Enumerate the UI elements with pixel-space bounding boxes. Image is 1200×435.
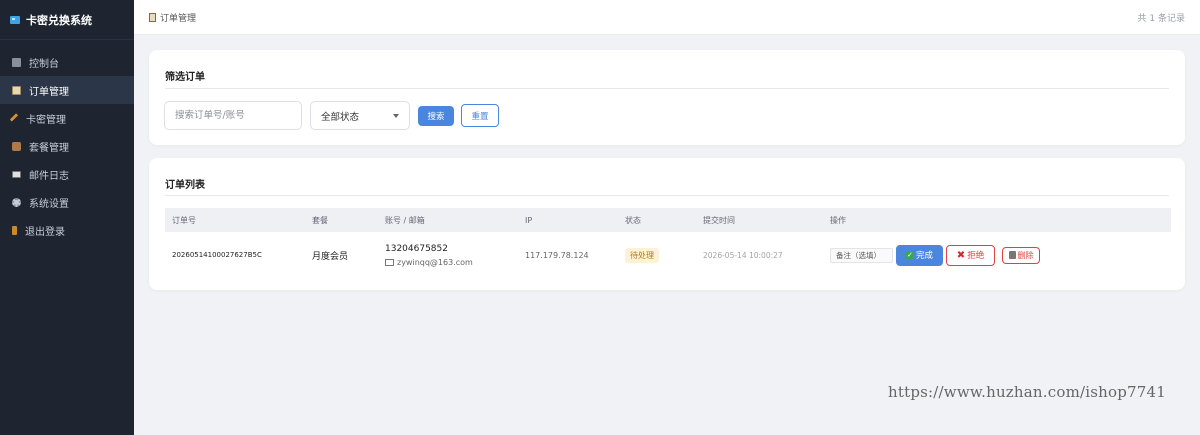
reject-button[interactable]: ✖ 拒绝	[946, 244, 995, 266]
sidebar-item-logout[interactable]: 退出登录	[0, 216, 134, 244]
trash-icon	[1008, 251, 1016, 259]
sidebar-item-cards[interactable]: 卡密管理	[0, 104, 134, 132]
gear-icon	[12, 197, 21, 207]
brand: 卡密兑换系统	[0, 0, 134, 40]
sidebar-item-dashboard[interactable]: 控制台	[0, 48, 134, 76]
complete-label: 完成	[915, 251, 933, 261]
card-logo-icon	[10, 15, 20, 24]
sidebar-item-label: 邮件日志	[29, 170, 69, 182]
sidebar-nav: 控制台 订单管理 卡密管理 套餐管理 邮件日志 系统设置 退出登录	[0, 48, 134, 244]
sidebar-item-mail-log[interactable]: 邮件日志	[0, 160, 134, 188]
filter-card: 筛选订单 全部状态 搜索 重置	[149, 50, 1185, 145]
mail-icon	[385, 258, 394, 266]
sidebar-item-label: 控制台	[29, 58, 59, 70]
sidebar-item-label: 订单管理	[29, 86, 69, 98]
reset-button[interactable]: 重置	[461, 104, 499, 127]
sidebar-item-label: 系统设置	[29, 198, 69, 210]
search-input[interactable]	[164, 101, 302, 130]
account-email: zywinqq@163.com	[385, 258, 473, 267]
filter-title: 筛选订单	[165, 72, 205, 83]
column-header: IP	[525, 215, 533, 225]
top-bar: 订单管理 共 1 条记录	[134, 0, 1200, 35]
dashboard-icon	[12, 57, 21, 67]
sidebar-item-packages[interactable]: 套餐管理	[0, 132, 134, 160]
remark-input[interactable]	[830, 247, 893, 263]
sidebar-item-orders[interactable]: 订单管理	[0, 76, 134, 104]
cross-icon: ✖	[956, 249, 966, 261]
column-header: 状态	[625, 215, 641, 225]
order-number: 20260514100027627B5C	[172, 251, 262, 259]
column-header: 套餐	[312, 215, 328, 225]
table-header: 订单号 套餐 账号 / 邮箱 IP 状态 提交时间 操作	[165, 208, 1171, 232]
account-phone: 13204675852	[385, 243, 448, 254]
submit-time: 2026-05-14 10:00:27	[703, 250, 783, 260]
status-badge: 待处理	[625, 247, 659, 263]
delete-button[interactable]: 删除	[1002, 246, 1040, 264]
package-name: 月度会员	[312, 251, 349, 262]
clipboard-icon	[12, 85, 21, 95]
sidebar: 卡密兑换系统 控制台 订单管理 卡密管理 套餐管理 邮件日志 系统设置 退出登录	[0, 0, 134, 435]
breadcrumb-label: 订单管理	[160, 13, 197, 24]
sidebar-item-label: 卡密管理	[26, 114, 66, 126]
actions-cell: ✓ 完成 ✖ 拒绝 删除	[830, 233, 1040, 277]
column-header: 订单号	[172, 215, 196, 225]
status-cell: 待处理	[625, 233, 659, 277]
order-list-card: 订单列表 订单号 套餐 账号 / 邮箱 IP 状态 提交时间 操作 202605…	[149, 158, 1185, 290]
column-header: 操作	[830, 215, 846, 225]
sidebar-item-settings[interactable]: 系统设置	[0, 188, 134, 216]
ip-address: 117.179.78.124	[525, 250, 589, 260]
sidebar-item-label: 退出登录	[25, 226, 65, 238]
order-list-title: 订单列表	[165, 180, 205, 191]
record-count: 共 1 条记录	[1137, 13, 1185, 24]
table-row: 20260514100027627B5C 月度会员 13204675852 zy…	[165, 233, 1171, 277]
key-icon	[9, 112, 21, 124]
chevron-down-icon	[393, 113, 399, 118]
delete-label: 删除	[1017, 250, 1034, 260]
status-select[interactable]: 全部状态	[310, 101, 410, 130]
sidebar-item-label: 套餐管理	[29, 142, 69, 154]
account-cell: 13204675852 zywinqq@163.com	[385, 233, 473, 277]
package-icon	[12, 141, 21, 151]
breadcrumb: 订单管理	[149, 11, 196, 24]
divider	[165, 195, 1169, 196]
status-select-value: 全部状态	[321, 111, 360, 123]
app-title: 卡密兑换系统	[26, 13, 92, 27]
column-header: 提交时间	[703, 215, 735, 225]
exit-icon	[12, 225, 17, 235]
search-button[interactable]: 搜索	[418, 106, 454, 126]
reject-label: 拒绝	[967, 251, 985, 261]
clipboard-icon	[149, 12, 156, 22]
check-icon: ✓	[905, 251, 914, 259]
watermark: https://www.huzhan.com/ishop7741	[888, 383, 1167, 401]
divider	[165, 88, 1169, 89]
column-header: 账号 / 邮箱	[385, 215, 425, 225]
email-text: zywinqq@163.com	[397, 257, 473, 267]
mail-icon	[12, 170, 21, 178]
complete-button[interactable]: ✓ 完成	[896, 244, 943, 266]
